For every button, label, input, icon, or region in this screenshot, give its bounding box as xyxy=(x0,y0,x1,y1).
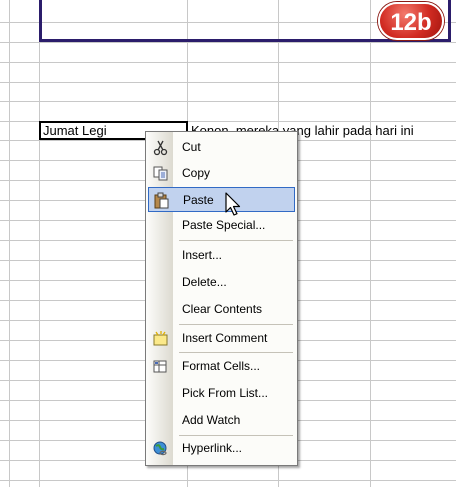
grid-row-line xyxy=(0,101,456,102)
menu-separator xyxy=(179,352,293,353)
menu-item-clear-contents[interactable]: Clear Contents xyxy=(148,297,295,322)
grid-col-line xyxy=(370,0,371,487)
menu-item-label: Insert Comment xyxy=(182,331,268,345)
grid-row-line xyxy=(0,480,456,481)
menu-item-label: Cut xyxy=(182,140,201,154)
copy-icon xyxy=(152,165,169,182)
menu-item-label: Delete... xyxy=(182,275,227,289)
menu-item-paste[interactable]: Paste xyxy=(148,187,295,212)
grid-col-line xyxy=(9,0,10,487)
menu-item-label: Hyperlink... xyxy=(182,441,243,455)
menu-item-hyperlink[interactable]: Hyperlink... xyxy=(148,436,295,461)
grid-row-line xyxy=(0,42,456,43)
context-menu: Cut Copy Paste Paste Special... Insert..… xyxy=(145,131,298,466)
menu-item-pick-from-list[interactable]: Pick From List... xyxy=(148,381,295,406)
comment-icon xyxy=(152,330,169,347)
menu-item-insert[interactable]: Insert... xyxy=(148,243,295,268)
menu-item-format-cells[interactable]: Format Cells... xyxy=(148,354,295,379)
grid-col-line xyxy=(39,0,40,487)
menu-item-label: Insert... xyxy=(182,248,223,262)
menu-item-label: Add Watch xyxy=(182,413,241,427)
menu-separator xyxy=(179,324,293,325)
menu-item-label: Clear Contents xyxy=(182,302,263,316)
menu-item-cut[interactable]: Cut xyxy=(148,135,295,160)
menu-item-label: Format Cells... xyxy=(182,359,261,373)
menu-item-label: Paste Special... xyxy=(182,218,266,232)
clipboard-icon xyxy=(153,192,170,209)
menu-item-label: Copy xyxy=(182,166,211,180)
grid-row-line xyxy=(0,62,456,63)
format-cells-icon xyxy=(152,358,169,375)
menu-item-add-watch[interactable]: Add Watch xyxy=(148,408,295,433)
menu-item-label: Pick From List... xyxy=(182,386,269,400)
step-badge: 12b xyxy=(378,2,444,40)
mouse-pointer-icon xyxy=(225,192,241,216)
globe-link-icon xyxy=(152,440,169,457)
menu-item-insert-comment[interactable]: Insert Comment xyxy=(148,326,295,351)
menu-separator xyxy=(179,240,293,241)
menu-item-delete[interactable]: Delete... xyxy=(148,270,295,295)
menu-item-paste-special[interactable]: Paste Special... xyxy=(148,213,295,238)
menu-item-copy[interactable]: Copy xyxy=(148,161,295,186)
grid-row-line xyxy=(0,82,456,83)
menu-item-label: Paste xyxy=(183,193,214,207)
scissors-icon xyxy=(152,139,169,156)
